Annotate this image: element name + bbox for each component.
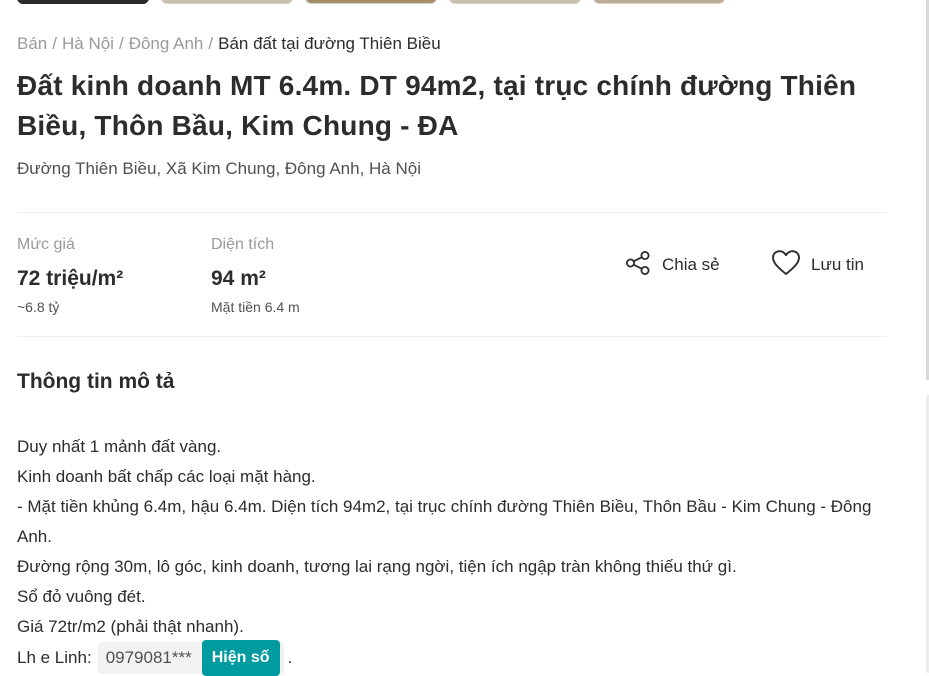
photo-thumbnail[interactable] [449,0,581,4]
description-heading: Thông tin mô tả [17,370,175,393]
contact-suffix: . [287,648,293,667]
photo-thumbnail[interactable] [305,0,437,4]
photo-thumbnail[interactable] [17,0,149,4]
contact-prefix: Lh e Linh: [17,648,92,667]
breadcrumb-link-ban[interactable]: Bán [17,34,47,53]
share-icon [624,249,662,282]
photo-thumbnail[interactable] [161,0,293,4]
frontage-value: Mặt tiền 6.4 m [211,299,300,315]
listing-address: Đường Thiên Biều, Xã Kim Chung, Đông Anh… [17,159,421,178]
area-stat: Diện tích 94 m² Mặt tiền 6.4 m [211,234,300,316]
breadcrumb-separator: / [208,34,214,53]
breadcrumb-separator: / [118,34,124,53]
breadcrumb: Bán / Hà Nội / Đông Anh / Bán đất tại đường Th… [17,34,441,54]
contact-line: Lh e Linh: 0979081*** Hiện số . [17,640,877,676]
description-line: Kinh doanh bất chấp các loại mặt hàng. [17,467,316,486]
share-button[interactable]: Chia sẻ [624,250,720,280]
share-label: Chia sẻ [662,255,720,274]
price-label: Mức giá [17,236,75,253]
breadcrumb-current: Bán đất tại đường Thiên Biều [218,34,441,53]
description-line: Đường rộng 30m, lô góc, kinh doanh, tươn… [17,557,737,576]
price-stat: Mức giá 72 triệu/m² ~6.8 tỷ [17,234,123,316]
area-value: 94 m² [211,267,266,290]
description-line: Giá 72tr/m2 (phải thật nhanh). [17,617,244,636]
photo-thumbnail[interactable] [593,0,725,4]
area-label: Diện tích [211,236,275,253]
divider [17,336,887,337]
breadcrumb-link-dong-anh[interactable]: Đông Anh [129,34,204,53]
save-label: Lưu tin [811,255,864,274]
breadcrumb-separator: / [52,34,57,53]
description-line: Duy nhất 1 mảnh đất vàng. [17,437,222,456]
description-line: Sổ đỏ vuông đét. [17,587,146,606]
breadcrumb-link-ha-noi[interactable]: Hà Nội [62,34,114,53]
description-body: Duy nhất 1 mảnh đất vàng. Kinh doanh bất… [17,432,877,676]
reveal-phone-button[interactable]: Hiện số [201,640,280,676]
phone-number-box: 0979081*** Hiện số [97,640,284,676]
description-line: - Mặt tiền khủng 6.4m, hậu 6.4m. Diện tí… [17,497,872,546]
save-listing-button[interactable]: Lưu tin [771,249,864,282]
listing-title: Đất kinh doanh MT 6.4m. DT 94m2, tại trụ… [17,70,857,141]
heart-icon [771,249,811,282]
price-value: 72 triệu/m² [17,267,124,290]
price-total: ~6.8 tỷ [17,299,60,315]
phone-number-masked: 0979081*** [105,648,192,667]
divider [17,212,887,213]
